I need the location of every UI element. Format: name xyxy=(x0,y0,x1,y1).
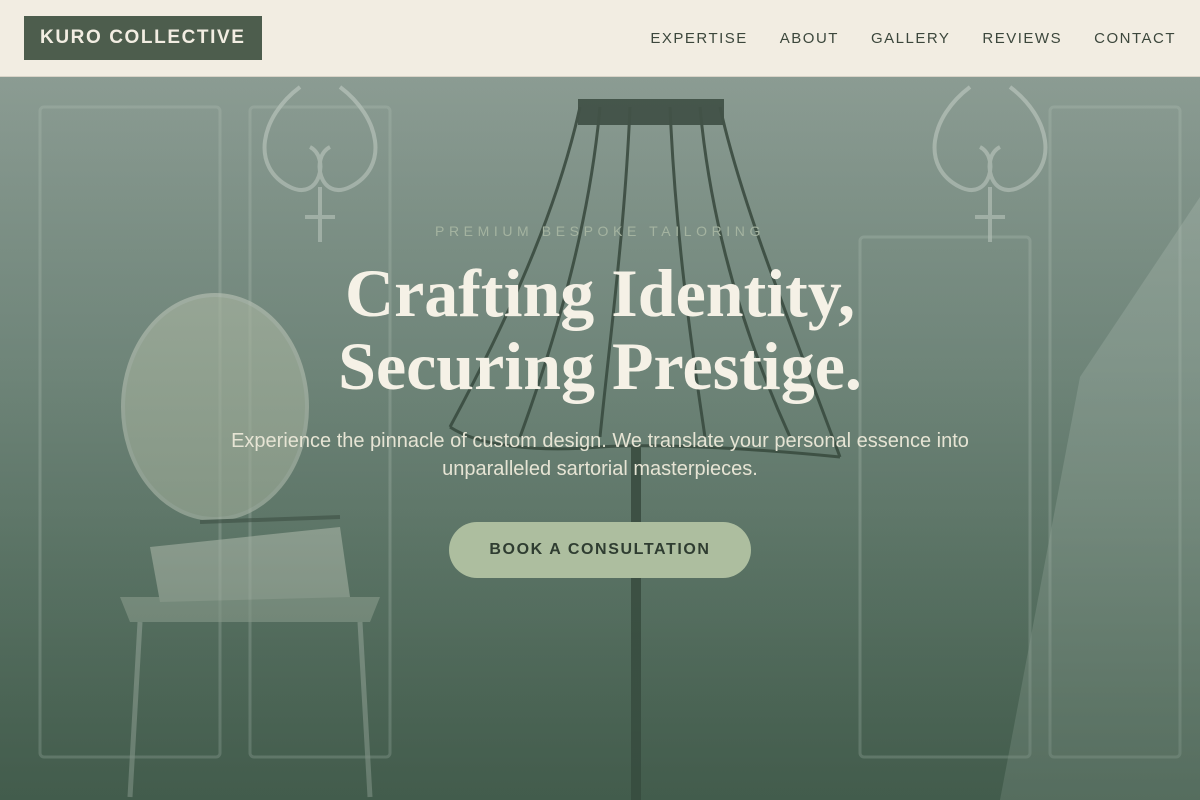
nav-link-reviews[interactable]: REVIEWS xyxy=(982,30,1062,47)
hero-eyebrow: PREMIUM BESPOKE TAILORING xyxy=(435,223,765,239)
nav-link-expertise[interactable]: EXPERTISE xyxy=(650,30,747,47)
nav-link-gallery[interactable]: GALLERY xyxy=(871,30,950,47)
hero-headline-line-2: Securing Prestige. xyxy=(338,328,862,404)
nav-link-about[interactable]: ABOUT xyxy=(780,30,839,47)
hero-headline-line-1: Crafting Identity, xyxy=(345,255,855,331)
site-header: KURO COLLECTIVE EXPERTISE ABOUT GALLERY … xyxy=(0,0,1200,77)
nav-link-contact[interactable]: CONTACT xyxy=(1094,30,1176,47)
hero-section: PREMIUM BESPOKE TAILORING Crafting Ident… xyxy=(0,77,1200,800)
hero-headline: Crafting Identity, Securing Prestige. xyxy=(0,257,1200,403)
brand-logo[interactable]: KURO COLLECTIVE xyxy=(24,16,262,60)
hero-subtext: Experience the pinnacle of custom design… xyxy=(231,430,969,480)
main-nav: EXPERTISE ABOUT GALLERY REVIEWS CONTACT xyxy=(618,0,1176,77)
book-consultation-button[interactable]: BOOK A CONSULTATION xyxy=(449,522,751,578)
